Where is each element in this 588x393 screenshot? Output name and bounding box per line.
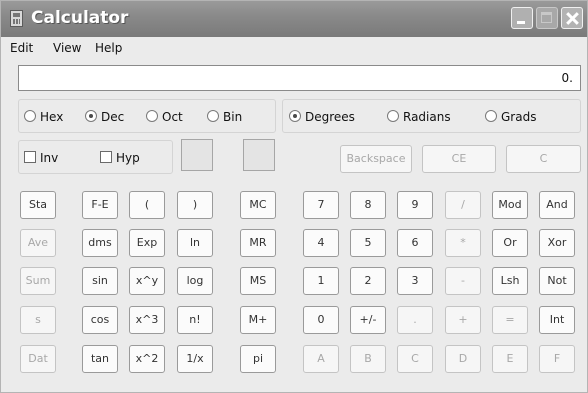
- xor-button[interactable]: Xor: [539, 229, 575, 257]
- mr-button[interactable]: MR: [240, 229, 276, 257]
- menu-bar: Edit View Help: [1, 37, 587, 59]
- lsh-button[interactable]: Lsh: [492, 267, 528, 295]
- fe-button[interactable]: F-E: [82, 191, 118, 219]
- menu-help[interactable]: Help: [95, 41, 122, 55]
- hex-c-button[interactable]: C: [397, 345, 433, 373]
- calculator-window: Calculator Edit View Help 0. Hex Dec Oct…: [0, 0, 588, 393]
- sta-button[interactable]: Sta: [20, 191, 56, 219]
- inv-checkbox-box: [24, 151, 36, 163]
- calculator-icon: [10, 10, 23, 27]
- radio-bin-circle: [207, 110, 219, 122]
- factorial-button[interactable]: n!: [177, 306, 213, 334]
- m-plus-button[interactable]: M+: [240, 306, 276, 334]
- sum-button[interactable]: Sum: [20, 267, 56, 295]
- radio-dec-circle: [85, 110, 97, 122]
- hex-f-button[interactable]: F: [539, 345, 575, 373]
- not-button[interactable]: Not: [539, 267, 575, 295]
- multiply-button[interactable]: *: [445, 229, 481, 257]
- dms-button[interactable]: dms: [82, 229, 118, 257]
- maximize-button: [536, 7, 558, 29]
- minimize-button[interactable]: [511, 7, 533, 29]
- menu-edit[interactable]: Edit: [10, 41, 33, 55]
- hex-b-button[interactable]: B: [350, 345, 386, 373]
- add-button[interactable]: +: [445, 306, 481, 334]
- digit-3-button[interactable]: 3: [397, 267, 433, 295]
- s-button[interactable]: s: [20, 306, 56, 334]
- digit-5-button[interactable]: 5: [350, 229, 386, 257]
- or-button[interactable]: Or: [492, 229, 528, 257]
- tan-button[interactable]: tan: [82, 345, 118, 373]
- digit-8-button[interactable]: 8: [350, 191, 386, 219]
- window-title: Calculator: [31, 8, 129, 28]
- close-button[interactable]: [561, 7, 583, 29]
- digit-0-button[interactable]: 0: [303, 306, 339, 334]
- sin-button[interactable]: sin: [82, 267, 118, 295]
- close-paren-button[interactable]: ): [177, 191, 213, 219]
- x-pow-y-button[interactable]: x^y: [129, 267, 165, 295]
- pi-button[interactable]: pi: [240, 345, 276, 373]
- cos-button[interactable]: cos: [82, 306, 118, 334]
- hex-a-button[interactable]: A: [303, 345, 339, 373]
- int-button[interactable]: Int: [539, 306, 575, 334]
- radio-oct-circle: [146, 110, 158, 122]
- and-button[interactable]: And: [539, 191, 575, 219]
- radio-degrees-circle: [289, 110, 301, 122]
- decimal-button[interactable]: .: [397, 306, 433, 334]
- x-cubed-button[interactable]: x^3: [129, 306, 165, 334]
- mc-button[interactable]: MC: [240, 191, 276, 219]
- c-button[interactable]: C: [506, 145, 581, 173]
- digit-9-button[interactable]: 9: [397, 191, 433, 219]
- ms-button[interactable]: MS: [240, 267, 276, 295]
- hex-d-button[interactable]: D: [445, 345, 481, 373]
- result-display[interactable]: 0.: [18, 65, 581, 91]
- modifier-group: Inv Hyp: [18, 140, 173, 174]
- subtract-button[interactable]: -: [445, 267, 481, 295]
- log-button[interactable]: log: [177, 267, 213, 295]
- number-system-group: Hex Dec Oct Bin: [18, 99, 276, 133]
- memory-indicator: [243, 139, 275, 171]
- angle-unit-group: Degrees Radians Grads: [282, 99, 581, 133]
- display-value: 0.: [561, 71, 573, 85]
- radio-radians-circle: [387, 110, 399, 122]
- ce-button[interactable]: CE: [422, 145, 496, 173]
- exp-button[interactable]: Exp: [129, 229, 165, 257]
- digit-2-button[interactable]: 2: [350, 267, 386, 295]
- menu-view[interactable]: View: [53, 41, 81, 55]
- digit-6-button[interactable]: 6: [397, 229, 433, 257]
- x-squared-button[interactable]: x^2: [129, 345, 165, 373]
- hex-e-button[interactable]: E: [492, 345, 528, 373]
- parenthesis-indicator: [181, 139, 213, 171]
- title-bar[interactable]: Calculator: [1, 1, 587, 37]
- ln-button[interactable]: ln: [177, 229, 213, 257]
- mod-button[interactable]: Mod: [492, 191, 528, 219]
- open-paren-button[interactable]: (: [129, 191, 165, 219]
- hyp-checkbox-box: [100, 151, 112, 163]
- digit-7-button[interactable]: 7: [303, 191, 339, 219]
- radio-grads-circle: [485, 110, 497, 122]
- reciprocal-button[interactable]: 1/x: [177, 345, 213, 373]
- radio-hex-circle: [24, 110, 36, 122]
- equals-button[interactable]: =: [492, 306, 528, 334]
- divide-button[interactable]: /: [445, 191, 481, 219]
- digit-1-button[interactable]: 1: [303, 267, 339, 295]
- dat-button[interactable]: Dat: [20, 345, 56, 373]
- backspace-button[interactable]: Backspace: [340, 145, 412, 173]
- digit-4-button[interactable]: 4: [303, 229, 339, 257]
- ave-button[interactable]: Ave: [20, 229, 56, 257]
- negate-button[interactable]: +/-: [350, 306, 386, 334]
